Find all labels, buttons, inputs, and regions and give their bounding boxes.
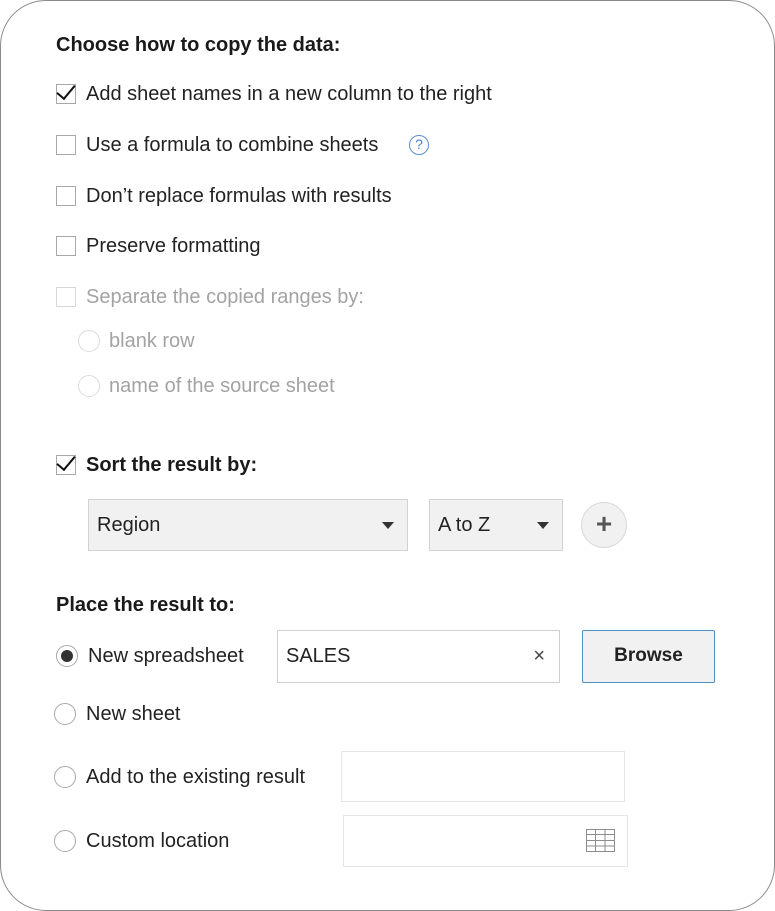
blank-row-radio[interactable] bbox=[78, 330, 100, 352]
spreadsheet-name-input[interactable]: SALES × bbox=[277, 630, 560, 683]
question-circle-icon[interactable]: ? bbox=[409, 135, 429, 155]
checkmark-icon bbox=[56, 79, 76, 101]
chevron-down-icon bbox=[382, 522, 394, 529]
existing-result-radio[interactable] bbox=[54, 766, 76, 788]
sort-result-label: Sort the result by: bbox=[86, 454, 258, 476]
use-formula-label: Use a formula to combine sheets bbox=[86, 134, 379, 156]
sort-order-select[interactable]: A to Z bbox=[429, 499, 563, 551]
custom-location-input[interactable] bbox=[343, 815, 628, 867]
copy-options-heading: Choose how to copy the data: bbox=[56, 34, 341, 56]
checkmark-icon bbox=[56, 450, 76, 472]
place-result-heading: Place the result to: bbox=[56, 594, 235, 616]
preserve-formatting-label: Preserve formatting bbox=[86, 235, 261, 257]
chevron-down-icon bbox=[537, 522, 549, 529]
custom-location-label: Custom location bbox=[86, 830, 230, 852]
sort-column-select[interactable]: Region bbox=[88, 499, 408, 551]
grid-range-icon[interactable] bbox=[586, 829, 615, 852]
use-formula-checkbox[interactable] bbox=[56, 135, 76, 155]
clear-icon[interactable]: × bbox=[533, 645, 545, 667]
add-sheet-names-checkbox[interactable] bbox=[56, 79, 76, 104]
dont-replace-formulas-checkbox[interactable] bbox=[56, 186, 76, 206]
new-spreadsheet-radio[interactable] bbox=[56, 645, 78, 667]
sort-column-value: Region bbox=[97, 514, 161, 536]
blank-row-label: blank row bbox=[109, 330, 195, 352]
existing-result-label: Add to the existing result bbox=[86, 766, 306, 788]
new-sheet-radio[interactable] bbox=[54, 703, 76, 725]
custom-location-radio[interactable] bbox=[54, 830, 76, 852]
dont-replace-formulas-label: Don’t replace formulas with results bbox=[86, 185, 392, 207]
new-sheet-label: New sheet bbox=[86, 703, 181, 725]
preserve-formatting-checkbox[interactable] bbox=[56, 236, 76, 256]
spreadsheet-name-value: SALES bbox=[286, 645, 351, 667]
separate-ranges-checkbox[interactable] bbox=[56, 287, 76, 307]
source-sheet-name-label: name of the source sheet bbox=[109, 375, 335, 397]
dialog-panel: Choose how to copy the data: Add sheet n… bbox=[0, 0, 775, 911]
sort-order-value: A to Z bbox=[438, 514, 491, 536]
existing-result-input[interactable] bbox=[341, 751, 625, 802]
browse-button[interactable]: Browse bbox=[582, 630, 715, 683]
radio-selected-dot bbox=[61, 650, 73, 662]
sort-result-checkbox[interactable] bbox=[56, 450, 76, 475]
source-sheet-name-radio[interactable] bbox=[78, 375, 100, 397]
add-sort-rule-button[interactable]: + bbox=[581, 502, 627, 548]
add-sheet-names-label: Add sheet names in a new column to the r… bbox=[86, 83, 492, 105]
new-spreadsheet-label: New spreadsheet bbox=[88, 645, 244, 667]
separate-ranges-label: Separate the copied ranges by: bbox=[86, 286, 364, 308]
